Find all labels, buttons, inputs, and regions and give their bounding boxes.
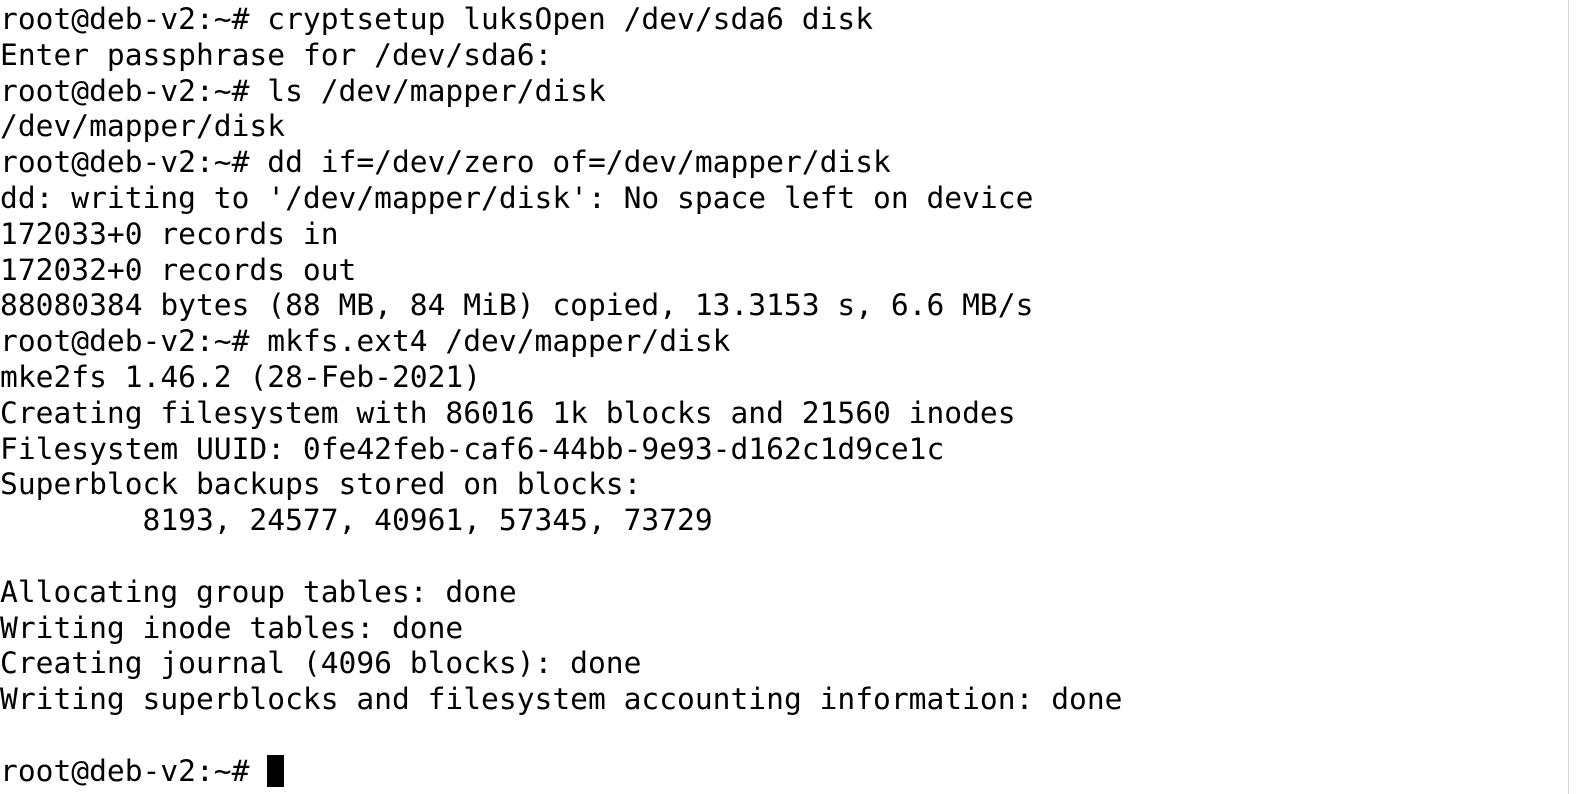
text-cursor [267, 754, 285, 787]
terminal-line: Filesystem UUID: 0fe42feb-caf6-44bb-9e93… [0, 431, 945, 466]
terminal-line: 172032+0 records out [0, 252, 357, 287]
terminal-line: Creating filesystem with 86016 1k blocks… [0, 395, 1016, 430]
terminal-line: root@deb-v2:~# mkfs.ext4 /dev/mapper/dis… [0, 324, 731, 359]
terminal-scrollbar[interactable] [1568, 0, 1578, 794]
terminal-line: dd: writing to '/dev/mapper/disk': No sp… [0, 180, 1034, 215]
terminal-line: root@deb-v2:~# dd if=/dev/zero of=/dev/m… [0, 145, 891, 180]
terminal-line: Enter passphrase for /dev/sda6: [0, 37, 553, 72]
terminal-line: Superblock backups stored on blocks: [0, 467, 642, 502]
terminal-line: 8193, 24577, 40961, 57345, 73729 [0, 503, 713, 538]
terminal-line: Creating journal (4096 blocks): done [0, 646, 642, 681]
terminal-window[interactable]: root@deb-v2:~# cryptsetup luksOpen /dev/… [0, 0, 1568, 794]
terminal-line: Writing superblocks and filesystem accou… [0, 682, 1123, 717]
terminal-line: 88080384 bytes (88 MB, 84 MiB) copied, 1… [0, 288, 1034, 323]
terminal-line: 172033+0 records in [0, 216, 339, 251]
shell-prompt: root@deb-v2:~# [0, 753, 268, 788]
prompt-line[interactable]: root@deb-v2:~# [0, 754, 1568, 790]
terminal-line: Writing inode tables: done [0, 610, 464, 645]
terminal-line: mke2fs 1.46.2 (28-Feb-2021) [0, 359, 482, 394]
terminal-line: root@deb-v2:~# cryptsetup luksOpen /dev/… [0, 2, 874, 36]
terminal-line: Allocating group tables: done [0, 574, 517, 609]
terminal-line: root@deb-v2:~# ls /dev/mapper/disk [0, 73, 606, 108]
terminal-line: /dev/mapper/disk [0, 109, 286, 144]
